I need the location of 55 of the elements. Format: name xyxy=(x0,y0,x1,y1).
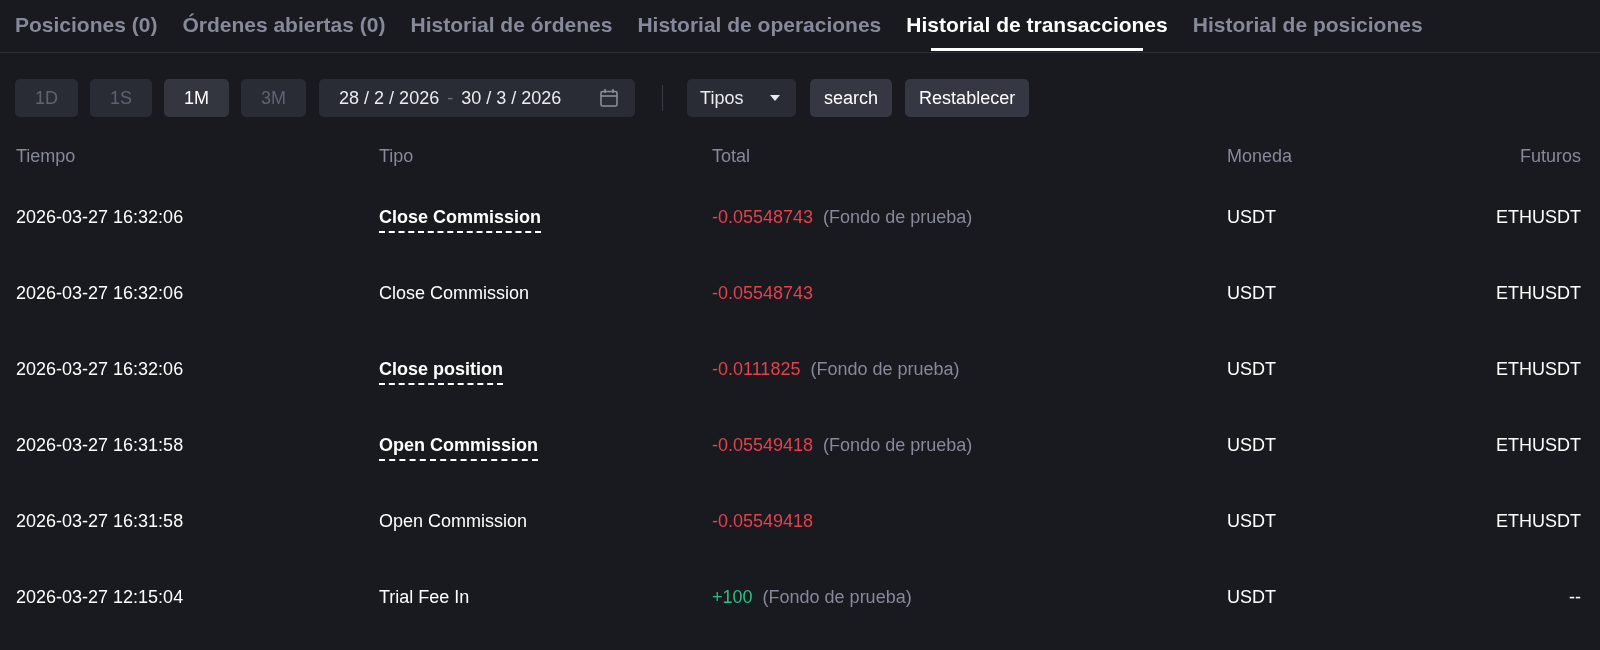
currency-cell: USDT xyxy=(1227,358,1276,379)
column-header: Tiempo xyxy=(16,145,77,167)
column-header: Futuros xyxy=(1519,145,1581,167)
currency-cell: USDT xyxy=(1227,206,1276,227)
futures-cell: ETHUSDT xyxy=(1496,282,1581,303)
action-button[interactable]: Restablecer xyxy=(905,79,1030,117)
type-cell: Open Commission xyxy=(379,434,539,461)
currency-cell: USDT xyxy=(1227,282,1276,303)
caret-down-icon xyxy=(770,95,781,101)
amount-text: -0.0111825 xyxy=(712,358,801,379)
fund-note: (Fondo de prueba) xyxy=(823,434,973,455)
fund-note: (Fondo de prueba) xyxy=(762,586,912,607)
amount-text: -0.05548743 xyxy=(712,206,814,227)
futures-cell: ETHUSDT xyxy=(1496,358,1581,379)
amount-text: -0.05548743 xyxy=(712,282,814,303)
currency-cell: USDT xyxy=(1227,586,1276,607)
start-date: 28 / 2 / 2026 xyxy=(339,87,440,109)
tab[interactable]: Historial de posiciones xyxy=(1192,0,1423,52)
type-dropdown[interactable]: Tipos xyxy=(687,79,797,117)
time-cell: 2026-03-27 12:15:04 xyxy=(16,586,184,607)
date-range-field[interactable]: 28 / 2 / 2026 - 30 / 3 / 2026 xyxy=(319,79,636,117)
type-cell: Close Commission xyxy=(379,282,530,304)
tab[interactable]: Historial de órdenes xyxy=(410,0,613,52)
end-date: 30 / 3 / 2026 xyxy=(461,87,562,109)
tab[interactable]: Órdenes abiertas (0) xyxy=(182,0,386,52)
amount-text: +100 xyxy=(712,586,753,607)
futures-cell: ETHUSDT xyxy=(1496,510,1581,531)
column-header: Tipo xyxy=(379,145,415,167)
column-header: Moneda xyxy=(1227,145,1294,167)
tab[interactable]: Posiciones (0) xyxy=(15,0,158,52)
date-separator: - xyxy=(447,87,454,109)
currency-cell: USDT xyxy=(1227,510,1276,531)
tab[interactable]: Historial de transacciones xyxy=(906,0,1168,52)
time-cell: 2026-03-27 16:32:06 xyxy=(16,358,184,379)
amount-text: -0.05549418 xyxy=(712,434,814,455)
type-cell: Trial Fee In xyxy=(379,586,470,608)
futures-cell: -- xyxy=(1569,586,1581,607)
time-cell: 2026-03-27 16:31:58 xyxy=(16,510,184,531)
calendar-icon xyxy=(600,89,619,107)
type-cell: Close Commission xyxy=(379,206,542,233)
action-button[interactable]: search xyxy=(810,79,893,117)
futures-cell: ETHUSDT xyxy=(1496,206,1581,227)
fund-note: (Fondo de prueba) xyxy=(810,358,960,379)
type-cell: Open Commission xyxy=(379,510,528,532)
tab[interactable]: Historial de operaciones xyxy=(637,0,882,52)
currency-cell: USDT xyxy=(1227,434,1276,455)
futures-cell: ETHUSDT xyxy=(1496,434,1581,455)
range-button[interactable]: 1M xyxy=(164,79,230,117)
time-cell: 2026-03-27 16:31:58 xyxy=(16,434,184,455)
time-cell: 2026-03-27 16:32:06 xyxy=(16,206,184,227)
type-cell: Close position xyxy=(379,358,503,385)
time-cell: 2026-03-27 16:32:06 xyxy=(16,282,184,303)
fund-note: (Fondo de prueba) xyxy=(823,206,973,227)
column-header: Total xyxy=(712,145,752,167)
amount-text: -0.05549418 xyxy=(712,510,814,531)
